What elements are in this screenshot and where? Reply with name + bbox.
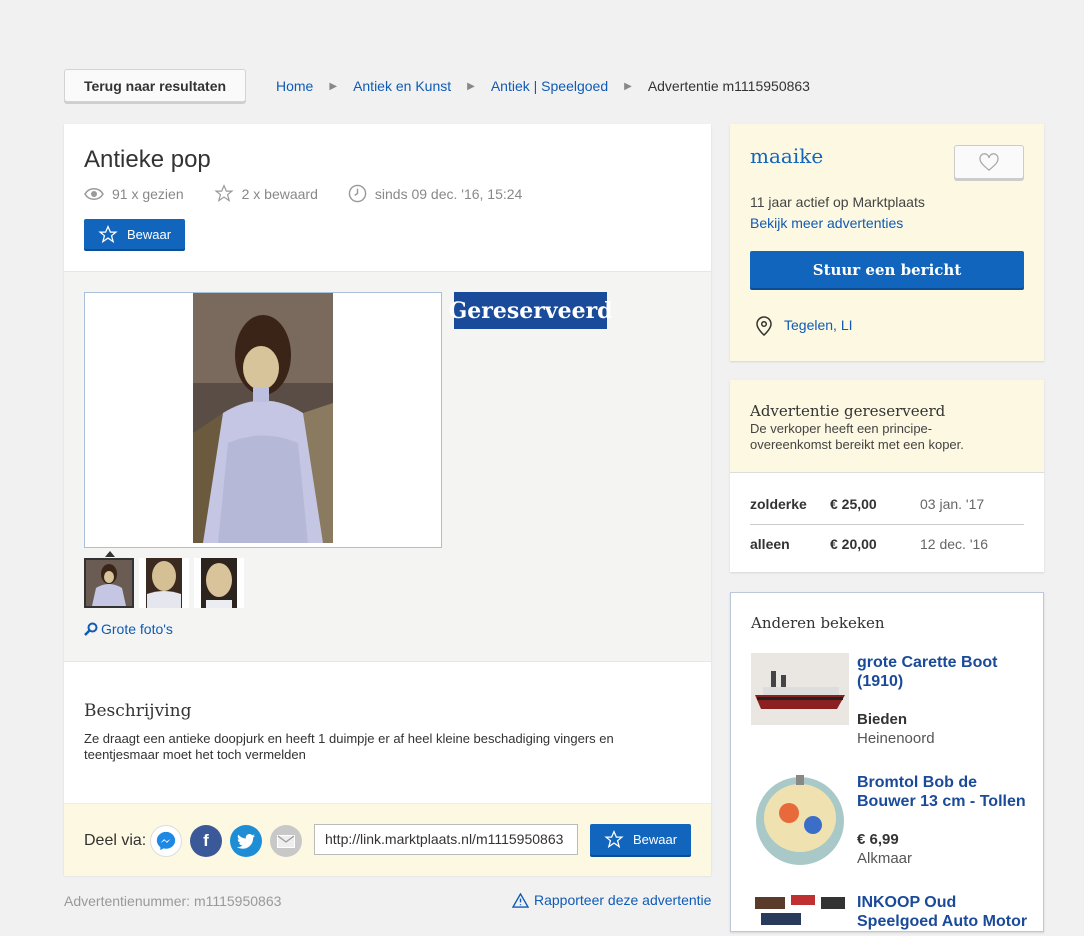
breadcrumb-home[interactable]: Home (276, 78, 313, 94)
reserved-badge: Gereserveerd (448, 292, 613, 329)
big-photos-link[interactable]: Grote foto's (84, 621, 173, 637)
bid-date: 12 dec. '16 (920, 536, 989, 552)
eye-icon (84, 187, 104, 200)
item-title[interactable]: Bromtol Bob de Bouwer 13 cm - Tollen (857, 773, 1032, 811)
saved-stat: 2 x bewaard (214, 184, 318, 203)
doll-thumbnail-image (201, 558, 237, 608)
views-stat: 91 x gezien (84, 186, 184, 202)
doll-thumbnail-image (86, 560, 132, 606)
listing-title: Antieke pop (84, 146, 211, 173)
bid-date: 03 jan. '17 (920, 496, 985, 512)
facebook-icon[interactable]: f (190, 825, 222, 857)
toy-cars-image[interactable] (751, 891, 849, 931)
bid-amount: € 20,00 (830, 536, 877, 552)
photo-thumbnail[interactable] (194, 558, 244, 608)
since-stat: sinds 09 dec. '16, 15:24 (348, 184, 522, 203)
location-pin-icon (756, 316, 772, 341)
breadcrumb-antiek-kunst[interactable]: Antiek en Kunst (353, 78, 451, 94)
views-count: 91 x gezien (112, 185, 184, 202)
doll-thumbnail-image (146, 558, 182, 608)
back-to-results-button[interactable]: Terug naar resultaten (64, 69, 246, 102)
breadcrumb-separator-icon: ▶ (467, 80, 475, 92)
reserved-info: Advertentie gereserveerd De verkoper hee… (730, 380, 1044, 473)
seller-card: maaike 11 jaar actief op Marktplaats Bek… (730, 124, 1044, 361)
doll-photo (193, 293, 333, 543)
item-price: Bieden (857, 711, 908, 728)
bid-amount: € 25,00 (830, 496, 877, 512)
reserved-heading: Advertentie gereserveerd (750, 402, 946, 420)
item-title[interactable]: INKOOP Oud Speelgoed Auto Motor (857, 893, 1032, 931)
mail-icon[interactable] (270, 825, 302, 857)
reserved-card: Advertentie gereserveerd De verkoper hee… (730, 380, 1044, 572)
listing-card: Antieke pop 91 x gezien 2 x bewaard sind… (64, 124, 711, 876)
breadcrumb-antiek-speelgoed[interactable]: Antiek | Speelgoed (491, 78, 608, 94)
breadcrumb-separator-icon: ▶ (624, 80, 632, 92)
share-label: Deel via: (84, 832, 147, 849)
item-title[interactable]: grote Carette Boot (1910) (857, 653, 1027, 691)
twitter-icon[interactable] (230, 825, 262, 857)
warning-icon (512, 892, 529, 908)
item-city: Heinenoord (857, 730, 935, 747)
share-bar: Deel via: f http://link.marktplaats.nl/m… (64, 803, 711, 876)
report-label: Rapporteer deze advertentie (534, 892, 712, 908)
messenger-icon[interactable] (150, 825, 182, 857)
big-photos-label: Grote foto's (101, 621, 173, 637)
bid-row: zolderke € 25,00 03 jan. '17 (750, 484, 1024, 525)
spinning-top-image[interactable] (751, 773, 849, 869)
clock-icon (348, 184, 367, 203)
bidder-name: alleen (750, 536, 790, 552)
zoom-icon (84, 622, 98, 636)
send-message-button[interactable]: Stuur een bericht (750, 251, 1024, 288)
seller-location[interactable]: Tegelen, LI (784, 317, 853, 333)
main-photo[interactable] (84, 292, 442, 548)
thumbnail-pointer-icon (105, 551, 115, 557)
share-save-button[interactable]: Bewaar (590, 824, 691, 855)
seller-name[interactable]: maaike (750, 144, 823, 168)
breadcrumb: Home ▶ Antiek en Kunst ▶ Antiek | Speelg… (276, 77, 810, 95)
photo-thumbnail[interactable] (139, 558, 189, 608)
heart-icon (979, 153, 999, 171)
description-heading: Beschrijving (84, 701, 192, 721)
boat-image[interactable] (751, 653, 849, 725)
favorite-seller-button[interactable] (954, 145, 1024, 179)
star-icon (214, 184, 234, 203)
others-viewed-card: Anderen bekeken grote Carette Boot (1910… (730, 592, 1044, 932)
photo-gallery: Gereserveerd Grote foto's (64, 271, 711, 662)
bidder-name: zolderke (750, 496, 807, 512)
photo-thumbnail[interactable] (84, 558, 134, 608)
report-link[interactable]: Rapporteer deze advertentie (512, 892, 711, 908)
breadcrumb-current: Advertentie m1115950863 (647, 78, 810, 94)
more-ads-link[interactable]: Bekijk meer advertenties (750, 215, 903, 231)
save-button-label: Bewaar (126, 226, 172, 242)
item-city: Alkmaar (857, 850, 913, 867)
listing-meta: 91 x gezien 2 x bewaard sinds 09 dec. '1… (84, 184, 552, 203)
seller-active: 11 jaar actief op Marktplaats (750, 194, 925, 210)
bid-row: alleen € 20,00 12 dec. '16 (750, 524, 1024, 564)
ad-number: Advertentienummer: m1115950863 (64, 893, 282, 909)
others-heading: Anderen bekeken (751, 614, 885, 632)
star-icon (98, 224, 118, 243)
since-date: sinds 09 dec. '16, 15:24 (374, 185, 523, 202)
saved-count: 2 x bewaard (241, 185, 318, 202)
share-url-field[interactable]: http://link.marktplaats.nl/m1115950863 (314, 824, 578, 855)
star-icon (604, 830, 624, 849)
description-text: Ze draagt een antieke doopjurk en heeft … (84, 731, 614, 762)
share-save-label: Bewaar (632, 832, 678, 847)
item-price: € 6,99 (857, 831, 899, 848)
breadcrumb-separator-icon: ▶ (329, 80, 338, 92)
reserved-text: De verkoper heeft een principe-overeenko… (750, 421, 964, 452)
save-button[interactable]: Bewaar (84, 219, 185, 249)
